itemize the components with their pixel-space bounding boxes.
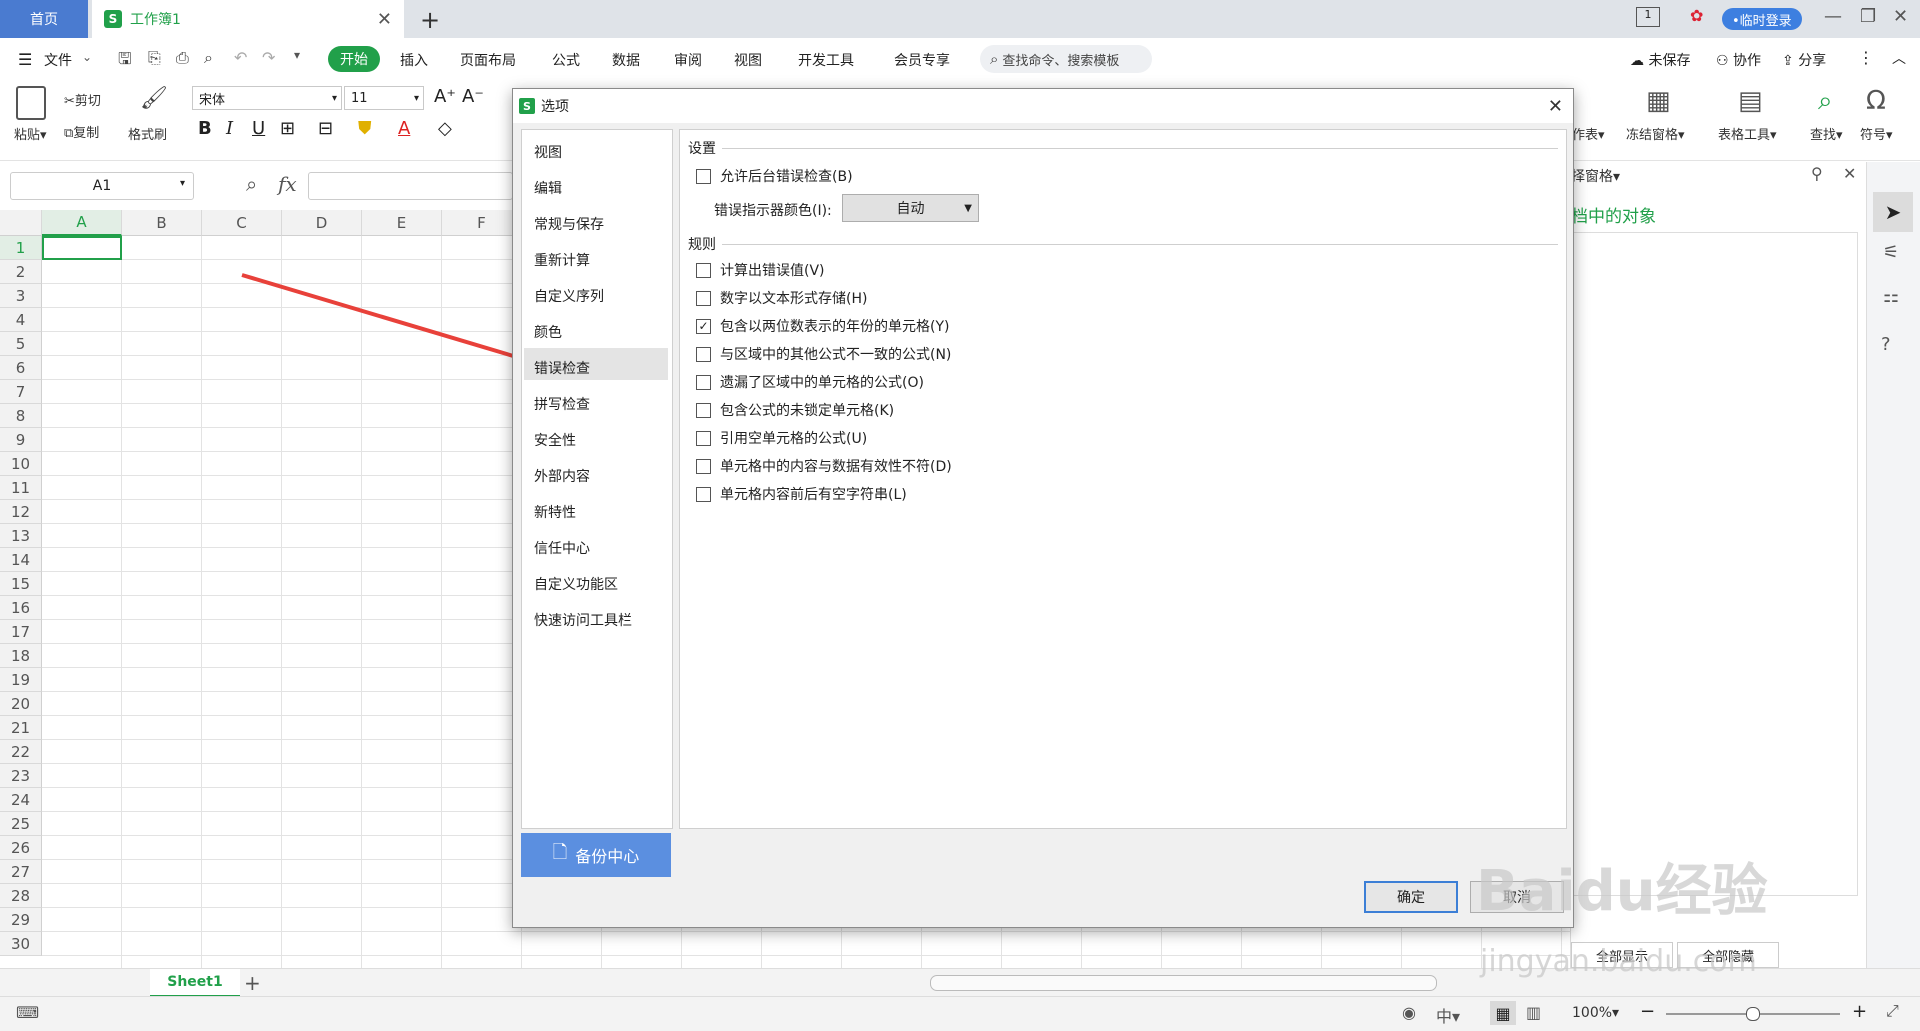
nav-item-view[interactable]: 视图 bbox=[534, 142, 562, 162]
checkbox[interactable] bbox=[696, 402, 711, 418]
nav-item-trust-center[interactable]: 信任中心 bbox=[534, 538, 590, 558]
rule-checkbox[interactable]: 包含公式的未锁定单元格(K) bbox=[696, 400, 894, 420]
rule-label: 包含以两位数表示的年份的单元格(Y) bbox=[720, 319, 950, 335]
nav-item-new-features[interactable]: 新特性 bbox=[534, 502, 576, 522]
enable-background-check[interactable]: 允许后台错误检查(B) bbox=[696, 166, 853, 186]
dropdown-icon: ▼ bbox=[964, 202, 972, 214]
checkbox[interactable] bbox=[696, 290, 711, 306]
rule-checkbox[interactable]: 数字以文本形式存储(H) bbox=[696, 288, 867, 308]
nav-item-custom-list[interactable]: 自定义序列 bbox=[534, 286, 604, 306]
rule-checkbox[interactable]: 单元格内容前后有空字符串(L) bbox=[696, 484, 907, 504]
indicator-color-value: 自动 bbox=[896, 201, 925, 217]
checkbox[interactable]: ✓ bbox=[696, 318, 711, 334]
backup-center-button[interactable]: 🗋 备份中心 bbox=[521, 833, 671, 877]
indicator-color-label: 错误指示器颜色(I): bbox=[714, 203, 832, 219]
rule-checkbox[interactable]: 遗漏了区域中的单元格的公式(O) bbox=[696, 372, 924, 392]
rule-checkbox[interactable]: ✓ 包含以两位数表示的年份的单元格(Y) bbox=[696, 316, 949, 336]
rule-label: 遗漏了区域中的单元格的公式(O) bbox=[720, 375, 924, 391]
checkbox[interactable] bbox=[696, 458, 711, 474]
ok-button[interactable]: 确定 bbox=[1364, 881, 1458, 913]
rule-checkbox[interactable]: 与区域中的其他公式不一致的公式(N) bbox=[696, 344, 951, 364]
baidu-watermark: Baidu经验 bbox=[1476, 859, 1768, 924]
nav-item-security[interactable]: 安全性 bbox=[534, 430, 576, 450]
backup-icon: 🗋 bbox=[552, 842, 568, 863]
indicator-color-select[interactable]: 自动 ▼ bbox=[842, 194, 979, 222]
nav-item-quick-access[interactable]: 快速访问工具栏 bbox=[534, 610, 632, 630]
rule-checkbox[interactable]: 引用空单元格的公式(U) bbox=[696, 428, 867, 448]
nav-item-edit[interactable]: 编辑 bbox=[534, 178, 562, 198]
baidu-watermark-url: jingyan.baidu.com bbox=[1480, 944, 1757, 979]
rule-label: 单元格内容前后有空字符串(L) bbox=[720, 487, 907, 503]
checkbox[interactable] bbox=[696, 262, 711, 278]
options-dialog: S 选项 ✕ 视图 编辑 常规与保存 重新计算 自定义序列 颜色 错误检查 拼写… bbox=[512, 88, 1574, 928]
dialog-titlebar: S 选项 ✕ bbox=[513, 89, 1573, 123]
nav-item-recalc[interactable]: 重新计算 bbox=[534, 250, 590, 270]
backup-center-label: 备份中心 bbox=[575, 847, 640, 866]
settings-section-header: 设置 bbox=[688, 141, 716, 157]
rule-label: 引用空单元格的公式(U) bbox=[720, 431, 868, 447]
error-check-settings: 设置 允许后台错误检查(B) 错误指示器颜色(I): 自动 ▼ 规则 计算出错误… bbox=[679, 129, 1567, 829]
options-nav: 视图 编辑 常规与保存 重新计算 自定义序列 颜色 错误检查 拼写检查 安全性 … bbox=[521, 129, 673, 829]
divider bbox=[722, 244, 1558, 245]
nav-item-spell-check[interactable]: 拼写检查 bbox=[534, 394, 590, 414]
nav-item-color[interactable]: 颜色 bbox=[534, 322, 562, 342]
rule-checkbox[interactable]: 计算出错误值(V) bbox=[696, 260, 825, 280]
wps-sheet-logo-icon: S bbox=[519, 98, 535, 114]
checkbox[interactable] bbox=[696, 168, 711, 184]
dialog-title: 选项 bbox=[541, 99, 569, 115]
close-dialog-icon[interactable]: ✕ bbox=[1548, 96, 1563, 117]
rules-section-header: 规则 bbox=[688, 237, 716, 253]
arrow-shaft bbox=[241, 273, 521, 360]
rule-label: 与区域中的其他公式不一致的公式(N) bbox=[720, 347, 952, 363]
rule-checkbox[interactable]: 单元格中的内容与数据有效性不符(D) bbox=[696, 456, 952, 476]
nav-item-general-save[interactable]: 常规与保存 bbox=[534, 214, 604, 234]
checkbox[interactable] bbox=[696, 486, 711, 502]
checkbox[interactable] bbox=[696, 346, 711, 362]
nav-item-external-content[interactable]: 外部内容 bbox=[534, 466, 590, 486]
rule-label: 包含公式的未锁定单元格(K) bbox=[720, 403, 895, 419]
rule-label: 单元格中的内容与数据有效性不符(D) bbox=[720, 459, 952, 475]
rule-label: 计算出错误值(V) bbox=[720, 263, 825, 279]
checkbox[interactable] bbox=[696, 430, 711, 446]
nav-item-error-check[interactable]: 错误检查 bbox=[534, 358, 590, 378]
divider bbox=[722, 148, 1558, 149]
nav-item-custom-ribbon[interactable]: 自定义功能区 bbox=[534, 574, 618, 594]
enable-background-check-label: 允许后台错误检查(B) bbox=[720, 169, 853, 185]
checkbox[interactable] bbox=[696, 374, 711, 390]
rule-label: 数字以文本形式存储(H) bbox=[720, 291, 868, 307]
